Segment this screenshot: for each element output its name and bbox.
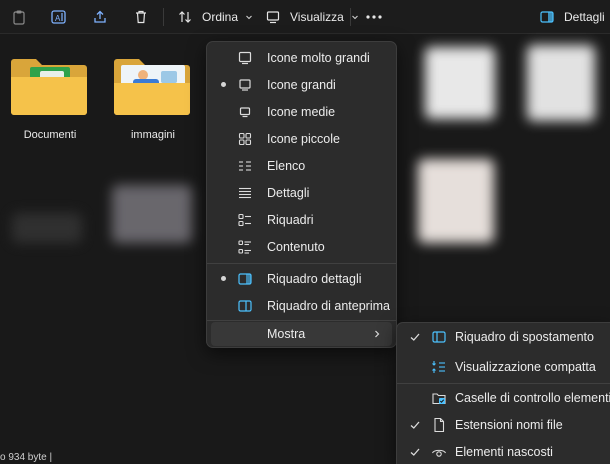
chevron-right-icon <box>375 330 380 338</box>
submenu-item-label: Estensioni nomi file <box>455 418 563 432</box>
clipboard-icon <box>8 6 30 28</box>
folder-label: Documenti <box>23 129 77 141</box>
submenu-item-compact-view[interactable]: Visualizzazione compatta <box>397 353 610 381</box>
toolbar-separator <box>350 8 351 26</box>
details-label: Dettagli <box>564 10 605 24</box>
monitor-icon <box>237 77 253 93</box>
show-submenu: Riquadro di spostamento Visualizzazione … <box>396 322 610 464</box>
checkbox-icon <box>431 390 447 406</box>
submenu-item-item-checkboxes[interactable]: Caselle di controllo elementi <box>397 384 610 412</box>
menu-item-label: Icone grandi <box>267 77 336 92</box>
svg-text:A: A <box>55 14 61 23</box>
blurred-thumbnail <box>425 47 495 119</box>
submenu-item-file-extensions[interactable]: Estensioni nomi file <box>397 411 610 439</box>
grid-icon <box>237 131 253 147</box>
menu-item-small-icons[interactable]: Icone piccole <box>207 125 396 152</box>
submenu-item-label: Caselle di controllo elementi <box>455 391 610 405</box>
menu-item-label: Elenco <box>267 158 306 173</box>
file-icon <box>431 417 447 433</box>
rename-icon: A <box>48 6 70 28</box>
menu-item-label: Mostra <box>267 327 306 341</box>
toolbar-separator <box>163 8 164 26</box>
menu-separator <box>207 320 396 321</box>
menu-separator <box>207 263 396 264</box>
folder-item[interactable]: Documenti <box>10 53 90 163</box>
menu-item-label: Riquadri <box>267 212 314 227</box>
monitor-icon <box>262 6 284 28</box>
content-icon <box>237 239 253 255</box>
folder-icon <box>114 59 190 115</box>
menu-item-label: Icone piccole <box>267 131 340 146</box>
navigation-pane-icon <box>431 329 447 345</box>
more-icon <box>363 6 385 28</box>
menu-item-details-pane[interactable]: Riquadro dettagli <box>207 265 396 292</box>
check-icon <box>410 333 420 341</box>
details-pane-icon <box>237 271 253 287</box>
menu-item-show[interactable]: Mostra <box>211 322 392 346</box>
paste-button[interactable] <box>8 4 30 30</box>
eye-icon <box>431 444 447 460</box>
trash-icon <box>130 6 152 28</box>
submenu-item-hidden-items[interactable]: Elementi nascosti <box>397 438 610 464</box>
status-bar-text: o 934 byte | <box>0 452 53 463</box>
monitor-icon <box>237 104 253 120</box>
blurred-thumbnail <box>112 185 192 243</box>
blurred-thumbnail <box>12 213 82 243</box>
details-icon <box>237 185 253 201</box>
view-menu: Icone molto grandi Icone grandi Icone me… <box>206 41 397 348</box>
menu-item-large-icons[interactable]: Icone grandi <box>207 71 396 98</box>
submenu-item-label: Visualizzazione compatta <box>455 360 596 374</box>
rename-button[interactable]: A <box>48 4 70 30</box>
blurred-thumbnail <box>418 159 494 243</box>
share-icon <box>89 6 111 28</box>
monitor-icon <box>237 50 253 66</box>
view-label: Visualizza <box>290 10 344 24</box>
share-button[interactable] <box>89 4 111 30</box>
selected-dot-icon <box>221 82 226 87</box>
view-button[interactable]: Visualizza <box>262 4 360 30</box>
command-bar: A Ordina Visualizza Dettagli <box>0 0 610 34</box>
compact-view-icon <box>431 359 447 375</box>
more-options-button[interactable] <box>363 4 385 30</box>
details-pane-button[interactable]: Dettagli <box>536 4 605 30</box>
menu-item-content[interactable]: Contenuto <box>207 233 396 260</box>
sort-button[interactable]: Ordina <box>174 4 254 30</box>
submenu-item-label: Elementi nascosti <box>455 445 553 459</box>
menu-item-label: Contenuto <box>267 239 325 254</box>
tiles-icon <box>237 212 253 228</box>
folder-icon <box>11 59 87 115</box>
submenu-item-label: Riquadro di spostamento <box>455 330 594 344</box>
menu-item-list[interactable]: Elenco <box>207 152 396 179</box>
menu-item-preview-pane[interactable]: Riquadro di anteprima <box>207 292 396 319</box>
selected-dot-icon <box>221 276 226 281</box>
details-pane-icon <box>536 6 558 28</box>
submenu-item-navigation-pane[interactable]: Riquadro di spostamento <box>397 323 610 351</box>
check-icon <box>410 448 420 456</box>
file-explorer-window: A Ordina Visualizza Dettagli Documenti i… <box>0 0 610 464</box>
preview-pane-icon <box>237 298 253 314</box>
menu-item-label: Riquadro dettagli <box>267 271 362 286</box>
check-icon <box>410 421 420 429</box>
menu-item-medium-icons[interactable]: Icone medie <box>207 98 396 125</box>
folder-item[interactable]: immagini <box>113 53 193 163</box>
menu-item-label: Riquadro di anteprima <box>267 298 390 313</box>
list-icon <box>237 158 253 174</box>
menu-item-extra-large-icons[interactable]: Icone molto grandi <box>207 44 396 71</box>
sort-icon <box>174 6 196 28</box>
delete-button[interactable] <box>130 4 152 30</box>
menu-item-tiles[interactable]: Riquadri <box>207 206 396 233</box>
menu-item-label: Icone molto grandi <box>267 50 370 65</box>
menu-item-details[interactable]: Dettagli <box>207 179 396 206</box>
sort-label: Ordina <box>202 10 239 24</box>
menu-item-label: Dettagli <box>267 185 310 200</box>
chevron-down-icon <box>246 15 252 20</box>
menu-item-label: Icone medie <box>267 104 336 119</box>
chevron-down-icon <box>351 15 358 20</box>
blurred-thumbnail <box>527 45 595 121</box>
folder-label: immagini <box>130 129 175 141</box>
